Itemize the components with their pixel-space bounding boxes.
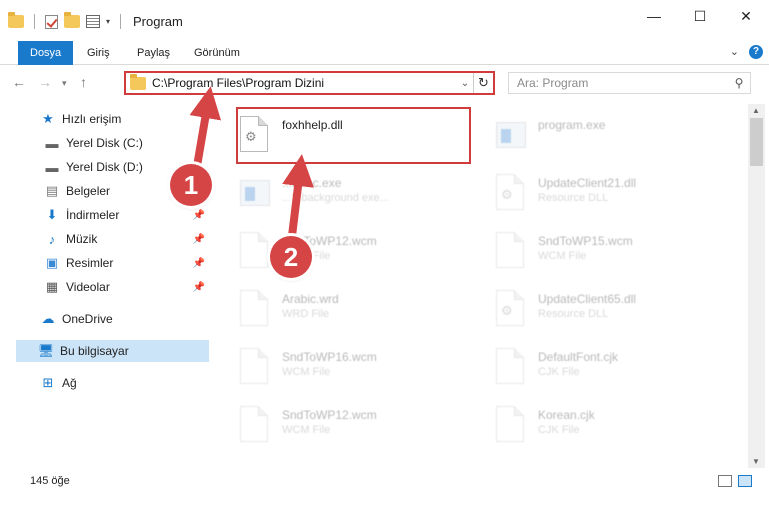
annotation-arrows [189, 86, 314, 240]
step-2-badge: 2 [270, 236, 312, 278]
arrow-to-file [282, 154, 314, 240]
step-1-badge: 1 [170, 164, 212, 206]
arrow-to-address-bar [189, 86, 222, 176]
